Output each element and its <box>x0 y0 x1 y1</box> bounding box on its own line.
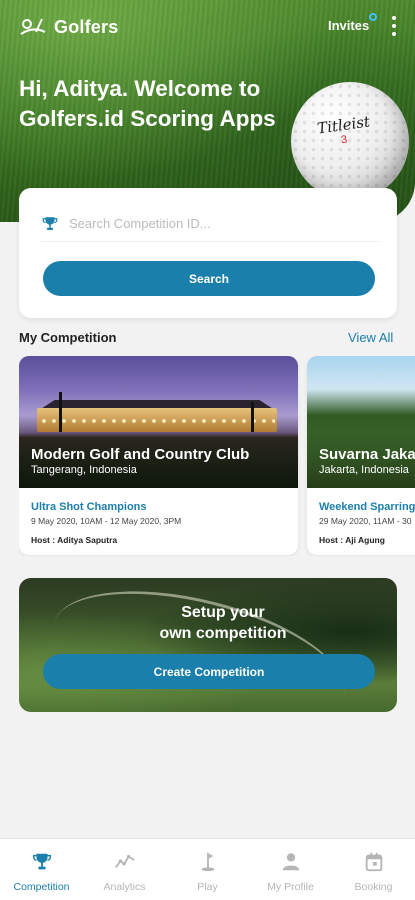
notification-dot-icon <box>369 13 377 21</box>
golf-logo-icon <box>20 18 46 35</box>
event-name: Ultra Shot Champions <box>31 501 147 513</box>
club-location: Jakarta, Indonesia <box>319 464 409 476</box>
nav-my-profile[interactable]: My Profile <box>249 839 332 900</box>
welcome-greeting: Hi, Aditya. Welcome to Golfers.id Scorin… <box>19 76 276 131</box>
bottom-navigation: Competition Analytics Play My Profile Bo… <box>0 838 415 900</box>
event-name: Weekend Sparring <box>319 501 415 513</box>
setup-title-line1: Setup your <box>181 604 265 621</box>
app-logo: Golfers <box>18 16 118 38</box>
more-menu-icon[interactable] <box>390 16 398 36</box>
calendar-icon <box>365 852 382 872</box>
club-location: Tangerang, Indonesia <box>31 464 137 476</box>
competition-carousel[interactable]: Modern Golf and Country Club Tangerang, … <box>19 356 415 556</box>
section-title-my-competition: My Competition <box>19 330 117 345</box>
setup-title-line2: own competition <box>159 625 287 642</box>
nav-label: Analytics <box>103 881 146 893</box>
event-host: Host : Aji Agung <box>319 535 385 545</box>
competition-card[interactable]: Suvarna Jakarta Jakarta, Indonesia Weeke… <box>307 356 415 555</box>
search-input[interactable] <box>69 216 369 231</box>
search-button[interactable]: Search <box>43 261 375 296</box>
event-dates: 9 May 2020, 10AM - 12 May 2020, 3PM <box>31 516 182 526</box>
competition-card[interactable]: Modern Golf and Country Club Tangerang, … <box>19 356 298 555</box>
nav-competition[interactable]: Competition <box>0 839 83 900</box>
invites-button[interactable]: Invites <box>328 18 369 33</box>
event-host: Host : Aditya Saputra <box>31 535 118 545</box>
view-all-link[interactable]: View All <box>348 330 393 345</box>
search-field[interactable] <box>41 206 379 242</box>
event-dates: 29 May 2020, 11AM - 30 <box>319 516 412 526</box>
create-competition-button[interactable]: Create Competition <box>43 654 375 689</box>
golf-flag-icon <box>201 852 214 872</box>
nav-label: Booking <box>354 881 393 893</box>
golf-ball-image: Titleist 3 <box>291 82 409 200</box>
nav-booking[interactable]: Booking <box>332 839 415 900</box>
analytics-icon <box>114 854 135 869</box>
club-name: Modern Golf and Country Club <box>31 446 250 463</box>
trophy-icon <box>32 853 51 870</box>
nav-play[interactable]: Play <box>166 839 249 900</box>
nav-label: Competition <box>13 881 70 893</box>
trophy-icon <box>42 216 58 230</box>
nav-analytics[interactable]: Analytics <box>83 839 166 900</box>
brand-name: Golfers <box>54 16 119 37</box>
nav-label: My Profile <box>267 881 314 893</box>
person-icon <box>282 853 299 871</box>
nav-label: Play <box>197 881 218 893</box>
setup-title: Setup your own competition <box>19 602 397 644</box>
setup-competition-banner: Setup your own competition Create Compet… <box>19 578 397 712</box>
search-card: Search <box>19 188 397 318</box>
club-name: Suvarna Jakarta <box>319 446 415 463</box>
